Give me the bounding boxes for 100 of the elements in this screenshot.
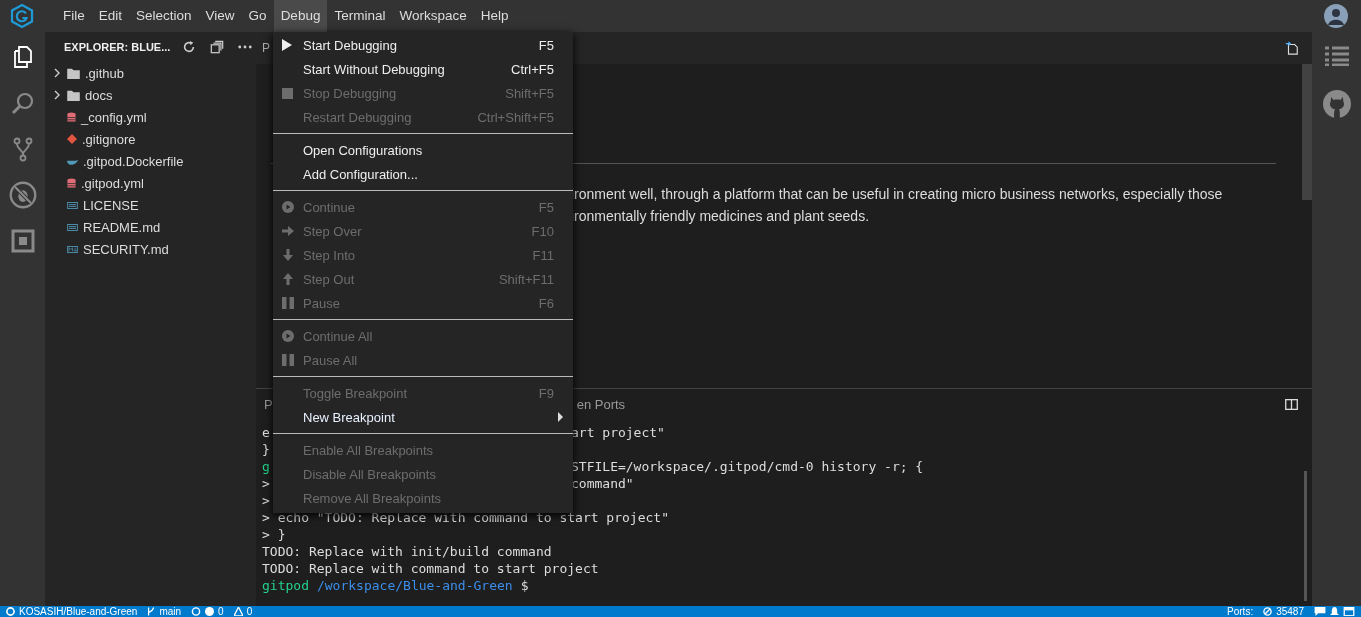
editor-tab[interactable]: P	[256, 41, 270, 55]
document-icon	[67, 201, 78, 209]
menu-item[interactable]: Workspace	[392, 0, 474, 32]
avatar-icon[interactable]	[1324, 4, 1348, 28]
shortcut-text: F5	[538, 37, 554, 53]
github-icon[interactable]	[1322, 90, 1351, 118]
menu-item[interactable]: Open Configurations	[273, 138, 573, 162]
shortcut-text: Ctrl+F5	[511, 61, 554, 77]
terminal-scrollbar[interactable]	[1304, 471, 1307, 601]
collapse-all-icon[interactable]	[210, 40, 225, 54]
database-icon	[67, 177, 76, 189]
extensions-icon	[10, 229, 35, 253]
terminal-text: art project"	[571, 424, 665, 441]
menu-item[interactable]: View	[198, 0, 242, 32]
prompt-symbol: $	[520, 577, 529, 594]
branch-name[interactable]: main	[159, 606, 182, 617]
tree-item[interactable]: .gitpod.Dockerfile	[83, 153, 184, 169]
panel-tab[interactable]: P	[256, 396, 273, 412]
menu-item[interactable]: Start Without Debugging Ctrl+F5	[273, 57, 573, 81]
terminal-line: TODO: Replace with init/build command	[262, 543, 552, 560]
terminal-text: command"	[571, 475, 634, 492]
pause-icon	[282, 354, 294, 366]
circle-play-icon	[282, 201, 294, 213]
markdown-icon	[67, 245, 78, 253]
stop-icon	[282, 87, 293, 99]
error-icon[interactable]	[205, 607, 215, 616]
prompt-path: /workspace/Blue-and-Green	[316, 577, 513, 594]
terminal-line: TODO: Replace with command to start project	[262, 560, 599, 577]
open-preview-icon[interactable]	[1285, 41, 1299, 55]
menu-item[interactable]: Start Debugging F5	[273, 33, 573, 57]
shortcut-text: F5	[538, 199, 554, 215]
menu-item[interactable]: File	[56, 0, 92, 32]
menu-item[interactable]: Selection	[129, 0, 199, 32]
arrow-down-icon	[282, 249, 294, 261]
terminal-text: STFILE=/workspace/.gitpod/cmd-0 history -r; {	[571, 458, 924, 475]
folder-icon	[67, 67, 80, 79]
menu-item[interactable]: Terminal	[327, 0, 393, 32]
chevron-icon[interactable]	[52, 68, 62, 78]
panel-toggle-icon[interactable]	[1343, 607, 1355, 616]
database-icon	[67, 111, 76, 123]
shortcut-text: F6	[538, 295, 554, 311]
menu-item[interactable]: Help	[473, 0, 516, 32]
tree-item[interactable]: README.md	[83, 219, 161, 235]
ban-icon	[1263, 607, 1273, 616]
list-icon[interactable]	[1324, 46, 1349, 66]
warning-icon[interactable]	[233, 607, 243, 616]
tree-item[interactable]: .github	[85, 65, 125, 81]
arrow-up-icon	[282, 273, 294, 285]
error-count[interactable]: 0	[218, 606, 224, 617]
terminal-line: > echo "TODO: Replace with command to start project"	[262, 509, 669, 526]
warning-count[interactable]: 0	[246, 606, 253, 617]
menu-item[interactable]: Debug	[273, 0, 328, 32]
port-number[interactable]: 35487	[1276, 606, 1304, 617]
search-icon	[10, 91, 35, 115]
more-icon[interactable]	[238, 44, 253, 50]
terminal-text: e	[262, 425, 270, 440]
tree-item[interactable]: SECURITY.md	[83, 241, 169, 257]
paragraph-text: ironmentally friendly medicines and plant seeds.	[571, 207, 871, 226]
chat-icon[interactable]	[1314, 607, 1326, 616]
logo-icon	[10, 4, 34, 28]
bell-icon[interactable]	[1330, 607, 1339, 616]
shortcut-text: Ctrl+Shift+F5	[477, 109, 554, 125]
circle-play-icon	[282, 330, 294, 342]
git-icon	[67, 134, 77, 144]
tree-item[interactable]: LICENSE	[83, 197, 139, 213]
pause-icon	[282, 297, 294, 309]
shortcut-text: F10	[531, 223, 554, 239]
repository-name[interactable]: KOSASIH/Blue-and-Green	[19, 606, 138, 617]
prompt-user: gitpod	[262, 577, 309, 594]
menu-item[interactable]: New Breakpoint	[273, 405, 573, 429]
branch-icon	[147, 607, 156, 616]
menu-item[interactable]: Go	[241, 0, 274, 32]
explorer-title: EXPLORER: BLUE...	[64, 41, 171, 53]
shortcut-text: F9	[538, 385, 554, 401]
tree-item[interactable]: .gitpod.yml	[81, 175, 144, 191]
shortcut-text: F11	[532, 247, 554, 263]
submenu-caret-icon	[558, 412, 563, 422]
terminal-line: > }	[262, 526, 286, 543]
terminal-text: >	[262, 493, 270, 508]
menu-item[interactable]: Add Configuration...	[273, 162, 573, 186]
ports-label: Ports:	[1227, 606, 1254, 617]
arrow-right-icon	[282, 225, 294, 237]
folder-icon	[67, 89, 80, 101]
refresh-icon[interactable]	[182, 40, 197, 54]
editor-scrollbar[interactable]	[1302, 64, 1312, 200]
terminal-text: >	[262, 476, 270, 491]
panel-tab[interactable]: en Ports	[576, 396, 626, 412]
terminal-text: }	[262, 442, 270, 457]
shortcut-text: Shift+F5	[505, 85, 554, 101]
shortcut-text: Shift+F11	[498, 271, 554, 287]
document-icon	[67, 223, 78, 231]
no-bug-icon	[8, 181, 37, 209]
terminal-text: g	[262, 459, 270, 474]
split-icon[interactable]	[1285, 398, 1298, 410]
tree-item[interactable]: docs	[85, 87, 113, 103]
chevron-icon[interactable]	[52, 90, 62, 100]
menu-item[interactable]: Edit	[91, 0, 130, 32]
tree-item[interactable]: .gitignore	[82, 131, 136, 147]
tree-item[interactable]: _config.yml	[81, 109, 147, 125]
whale-icon	[67, 157, 78, 165]
